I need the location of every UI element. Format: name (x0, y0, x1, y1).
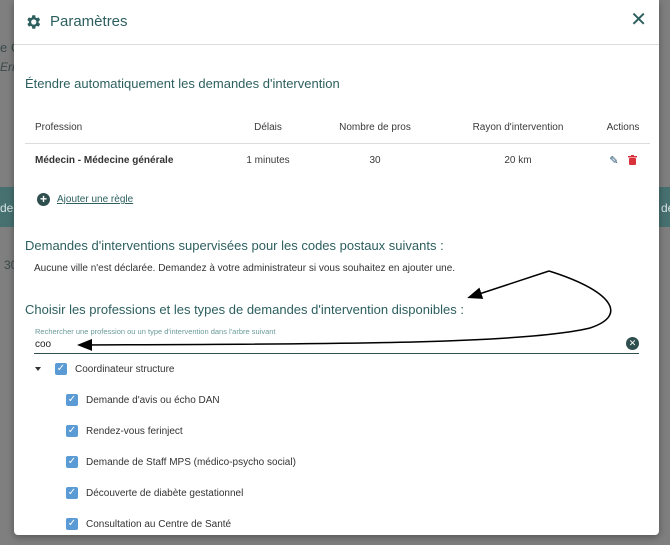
table-header-row: Profession Délais Nombre de pros Rayon d… (25, 112, 650, 144)
tree-node-label: Demande de Staff MPS (médico-psycho soci… (86, 456, 296, 468)
header-rayon: Rayon d'intervention (440, 112, 596, 144)
settings-dialog: Paramètres ✕ Étendre automatiquement les… (14, 0, 659, 535)
tree-node-child[interactable]: ✓ Rendez-vous ferinject (66, 425, 183, 437)
add-rule-button[interactable]: + Ajouter une règle (37, 193, 133, 206)
section-title-auto-extend: Étendre automatiquement les demandes d'i… (25, 76, 340, 91)
tree-node-parent[interactable]: ✓ Coordinateur structure (35, 363, 175, 375)
bg-fragment: de (0, 201, 14, 215)
cell-nombre: 30 (369, 154, 381, 166)
search-label: Rechercher une profession ou un type d'i… (35, 327, 276, 336)
tree-node-child[interactable]: ✓ Demande de Staff MPS (médico-psycho so… (66, 456, 296, 468)
gear-icon (27, 15, 41, 29)
tree-node-child[interactable]: ✓ Découverte de diabète gestationnel (66, 487, 243, 499)
cell-rayon: 20 km (504, 154, 532, 166)
tree-node-label: Rendez-vous ferinject (86, 425, 183, 437)
no-city-note: Aucune ville n'est déclarée. Demandez à … (34, 263, 456, 274)
search-value: coo (35, 339, 52, 350)
tree-node-child[interactable]: ✓ Demande d'avis ou écho DAN (66, 394, 220, 406)
section-title-professions: Choisir les professions et les types de … (25, 302, 464, 317)
header-actions: Actions (596, 112, 650, 144)
rules-table: Profession Délais Nombre de pros Rayon d… (25, 112, 650, 176)
section-title-postal-codes: Demandes d'interventions supervisées pou… (25, 238, 444, 253)
tree-node-label: Coordinateur structure (75, 363, 175, 375)
header-delais: Délais (226, 112, 310, 144)
tree-node-label: Découverte de diabète gestationnel (86, 487, 244, 499)
add-rule-label: Ajouter une règle (57, 194, 134, 205)
checkbox-checked-icon[interactable]: ✓ (66, 425, 78, 437)
header-profession: Profession (25, 112, 226, 144)
dialog-header: Paramètres ✕ (14, 0, 659, 45)
pencil-icon[interactable]: ✎ (609, 154, 618, 167)
search-input[interactable]: coo ✕ (34, 337, 639, 354)
caret-down-icon[interactable] (35, 367, 41, 371)
checkbox-checked-icon[interactable]: ✓ (66, 487, 78, 499)
tree-node-label: Consultation au Centre de Santé (86, 518, 232, 530)
dialog-title: Paramètres (50, 13, 128, 30)
cell-actions: ✎ (596, 144, 650, 177)
checkbox-checked-icon[interactable]: ✓ (66, 394, 78, 406)
trash-icon[interactable] (627, 155, 637, 165)
tree-node-child[interactable]: ✓ Consultation au Centre de Santé (66, 518, 231, 530)
checkbox-checked-icon[interactable]: ✓ (66, 456, 78, 468)
plus-circle-icon: + (37, 193, 50, 206)
close-icon[interactable]: ✕ (630, 10, 647, 30)
tree-node-label: Demande d'avis ou écho DAN (86, 394, 220, 406)
checkbox-checked-icon[interactable]: ✓ (55, 363, 67, 375)
table-row: Médecin - Médecine générale 1 minutes 30… (25, 144, 650, 177)
cell-delais: 1 minutes (246, 154, 290, 166)
checkbox-checked-icon[interactable]: ✓ (66, 518, 78, 530)
clear-icon[interactable]: ✕ (626, 337, 639, 350)
cell-profession: Médecin - Médecine générale (35, 154, 174, 166)
bg-fragment: de (661, 201, 670, 215)
header-nombre: Nombre de pros (310, 112, 440, 144)
